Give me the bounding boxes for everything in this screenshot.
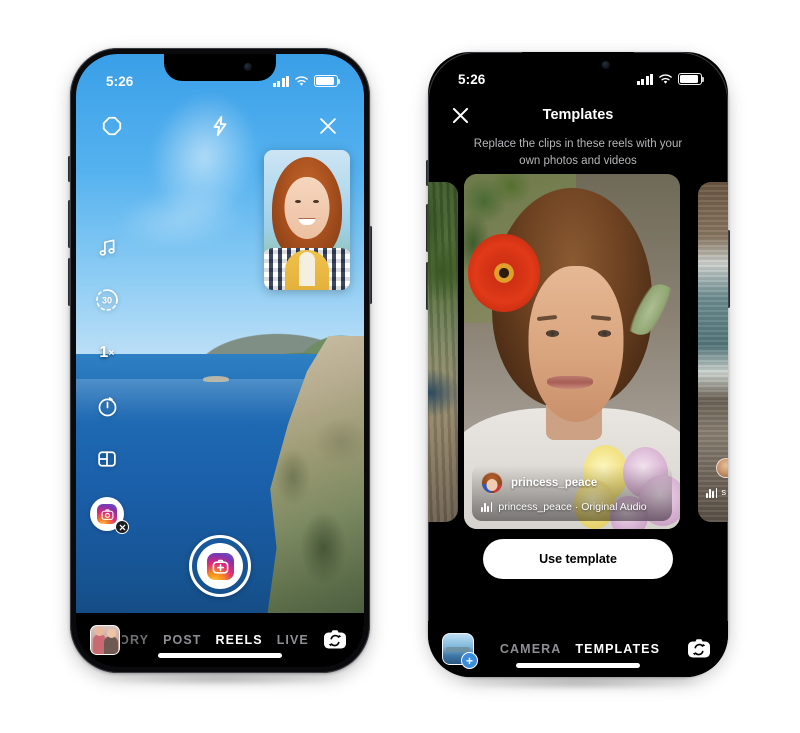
card-user-row[interactable]: princess_peace [481, 472, 663, 494]
card-audio-row-next: s [706, 487, 726, 498]
wifi-icon [659, 73, 672, 84]
instagram-camera-icon [97, 504, 117, 524]
notch-left [164, 54, 276, 81]
wifi-icon [295, 75, 308, 86]
small-rock-island [202, 375, 229, 382]
pip-yellow-top [285, 250, 329, 290]
battery-icon [678, 73, 704, 85]
template-card-current[interactable]: princess_peace princess_peace · Original… [464, 174, 680, 529]
flash-icon[interactable] [206, 112, 234, 140]
home-indicator-right [516, 663, 640, 668]
flip-camera-icon[interactable] [684, 634, 714, 664]
screen-right: 5:26 Templates Replace the clips in thes… [428, 52, 728, 677]
notch-right [522, 52, 634, 79]
front-camera-dot-right [602, 61, 610, 69]
effect-chip[interactable] [90, 497, 129, 534]
camera-mode-selector: ORY POST REELS LIVE [122, 633, 320, 647]
photo-thumb-horizon [446, 647, 470, 652]
speed-suffix: × [108, 347, 115, 359]
phone-device-left: 5:26 30 1 × ORY POST REELS LIVE [68, 48, 372, 673]
templates-header: Templates [428, 96, 728, 134]
phone-device-right: 5:26 Templates Replace the clips in thes… [426, 52, 730, 677]
avatar-face [486, 479, 498, 491]
templates-carousel[interactable]: princess_peace princess_peace · Original… [428, 174, 728, 529]
mode-templates[interactable]: TEMPLATES [575, 642, 660, 656]
cellular-bars-icon [272, 75, 289, 87]
phone-shadow-left [96, 672, 346, 686]
card-username: princess_peace [511, 477, 598, 489]
cloud-wisp-secondary [102, 176, 260, 262]
plus-badge: + [461, 652, 478, 669]
instagram-camera-plus-icon [206, 552, 234, 580]
camera-bottom-bar: ORY POST REELS LIVE [76, 613, 364, 667]
mute-switch[interactable] [68, 156, 71, 182]
phone-shadow-right [454, 676, 704, 690]
volume-down-button[interactable] [68, 258, 71, 306]
power-button[interactable] [369, 226, 372, 304]
templates-bottom-bar: + CAMERA TEMPLATES [428, 621, 728, 677]
card-audio-row[interactable]: princess_peace · Original Audio [481, 501, 663, 513]
template-card-previous[interactable] [428, 182, 458, 522]
mode-reels[interactable]: REELS [216, 633, 263, 647]
pip-face [284, 177, 330, 239]
duration-value: 30 [102, 295, 112, 305]
audio-waveform-icon [706, 487, 718, 498]
screen-left: 5:26 30 1 × ORY POST REELS LIVE [76, 54, 364, 667]
record-button[interactable] [189, 535, 251, 597]
gallery-thumbnail[interactable] [90, 625, 120, 655]
status-indicators-right [636, 73, 704, 85]
close-icon[interactable] [446, 101, 474, 129]
red-gerbera-flower [468, 234, 540, 313]
audio-icon[interactable] [92, 232, 122, 262]
templates-subtitle: Replace the clips in these reels with yo… [473, 138, 683, 167]
record-button-inner [197, 543, 243, 589]
remove-effect-icon[interactable] [115, 520, 129, 534]
avatar [481, 472, 503, 494]
add-photo-icon[interactable]: + [442, 633, 478, 669]
battery-icon [314, 75, 340, 87]
thumb-person-right [104, 629, 118, 654]
front-camera-dot [244, 63, 252, 71]
speed-icon[interactable]: 1 × [92, 338, 122, 368]
duration-icon[interactable]: 30 [92, 285, 122, 315]
timer-icon[interactable] [92, 391, 122, 421]
card-audio-label: princess_peace · Original Audio [498, 501, 647, 513]
use-template-button[interactable]: Use template [483, 539, 673, 579]
card-artwork-path [428, 182, 458, 522]
status-time-right: 5:26 [458, 71, 486, 87]
close-icon[interactable] [314, 112, 342, 140]
card-audio-label-next: s [721, 487, 727, 498]
mode-camera[interactable]: CAMERA [500, 642, 561, 656]
status-indicators [272, 75, 340, 87]
templates-mode-selector: CAMERA TEMPLATES [476, 642, 684, 656]
camera-top-controls [76, 106, 364, 146]
effects-icon[interactable] [98, 112, 126, 140]
audio-waveform-icon [481, 502, 493, 512]
screenshot-stage: 5:26 30 1 × ORY POST REELS LIVE 5:26 Tem… [0, 0, 800, 733]
portrait-face [528, 266, 624, 423]
portrait-smile [546, 376, 593, 390]
mode-live[interactable]: LIVE [277, 633, 309, 647]
cellular-bars-icon [636, 73, 653, 85]
mode-story[interactable]: ORY [122, 633, 149, 647]
selfie-preview[interactable] [264, 150, 350, 290]
mode-post[interactable]: POST [163, 633, 201, 647]
volume-up-button[interactable] [68, 200, 71, 248]
flip-camera-icon[interactable] [320, 625, 350, 655]
status-time: 5:26 [106, 73, 134, 89]
layout-icon[interactable] [92, 444, 122, 474]
template-card-next[interactable]: s [698, 182, 728, 522]
speed-value: 1 [99, 344, 109, 361]
camera-tool-rail: 30 1 × [90, 232, 129, 534]
card-info-overlay: princess_peace princess_peace · Original… [472, 465, 672, 521]
home-indicator-left [158, 653, 282, 658]
